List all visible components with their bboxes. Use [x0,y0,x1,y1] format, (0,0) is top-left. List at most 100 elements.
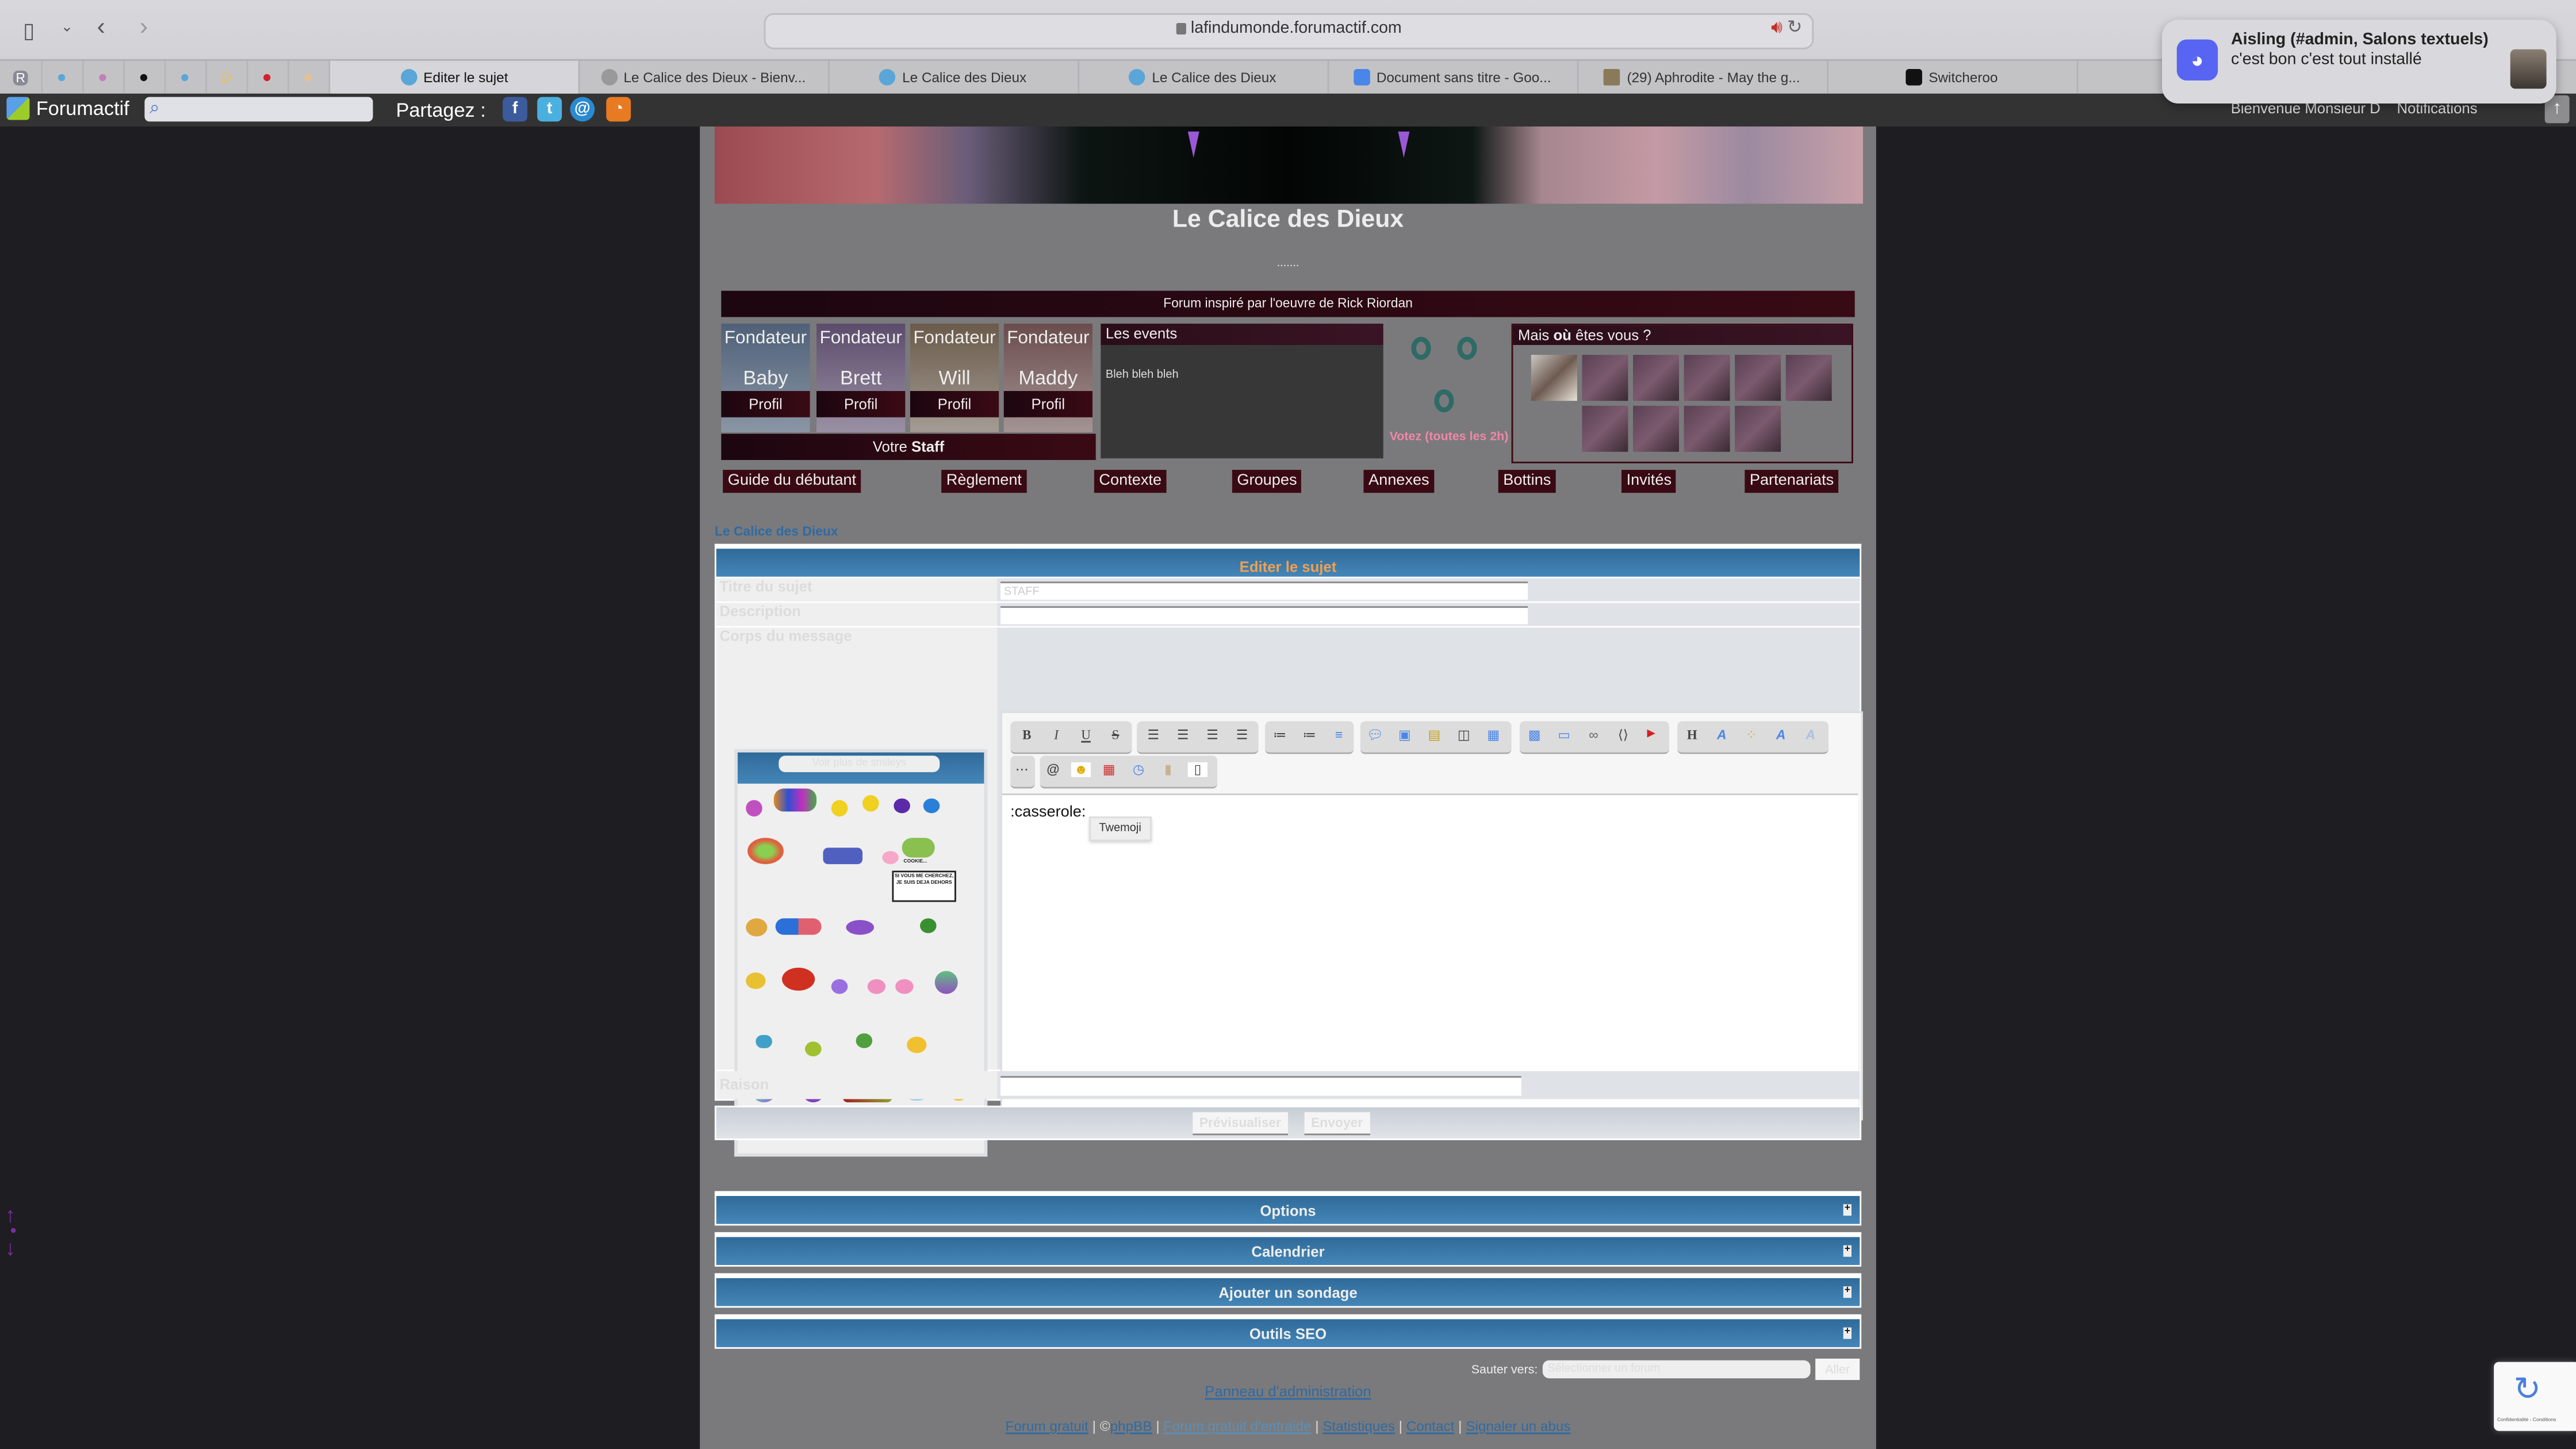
align-left-icon[interactable]: ☰ [1144,728,1163,743]
title-input[interactable] [1000,581,1528,600]
avatar[interactable] [1582,355,1628,401]
smiley-icon[interactable] [907,1036,927,1053]
pinned-tab[interactable]: ● [41,60,84,94]
discord-notification[interactable]: ◕ Aisling (#admin, Salons textuels) c'es… [2162,20,2556,104]
nav-bottins[interactable]: Bottins [1498,470,1556,493]
smiley-sign[interactable]: SI VOUS ME CHERCHEZ, JE SUIS DEJA DEHORS [892,871,956,902]
smiley-icon[interactable] [831,979,848,994]
quote-icon[interactable]: 💬︎ [1365,728,1385,743]
smiley-icon[interactable] [867,979,885,994]
section-options[interactable]: Options + [714,1191,1862,1226]
vote-ring-icon[interactable] [1411,336,1431,360]
tab-aphrodite[interactable]: (29) Aphrodite - May the g... [1577,60,1828,94]
smiley-icon[interactable] [756,1035,772,1048]
strikethrough-icon[interactable]: S [1106,728,1125,743]
numbered-list-icon[interactable]: ≔ [1300,728,1319,743]
font-family-icon[interactable]: A [1771,728,1791,743]
description-input[interactable] [1000,606,1528,624]
smiley-icon[interactable] [823,848,862,864]
smiley-icon[interactable] [775,918,822,935]
footer-link-statistiques[interactable]: Statistiques [1322,1418,1395,1435]
youtube-icon[interactable]: ▶ [1641,728,1661,739]
vote-label[interactable]: Votez (toutes les 2h) [1385,430,1513,444]
smiley-icon[interactable] [831,800,848,816]
sidebar-toggle-icon[interactable]: ▯ [23,18,34,44]
footer-link-phpbb[interactable]: phpBB [1110,1418,1152,1435]
italic-icon[interactable]: I [1046,728,1066,743]
clock-icon[interactable]: ◷ [1129,762,1148,777]
document-icon[interactable]: ▯ [1187,762,1208,777]
calendar-icon[interactable]: ▦ [1099,762,1118,777]
nav-groupes[interactable]: Groupes [1232,470,1302,493]
smileys-select[interactable]: Voir plus de smileys [779,756,940,772]
align-justify-icon[interactable]: ☰ [1232,728,1252,743]
smiley-icon[interactable] [923,798,940,814]
embed-icon[interactable]: ⟨⟩ [1613,728,1633,743]
twitter-icon[interactable]: t [537,97,562,122]
bold-icon[interactable]: B [1017,728,1037,743]
code-icon[interactable]: ▣ [1395,728,1414,743]
smiley-icon[interactable] [773,788,816,812]
facebook-icon[interactable]: f [503,97,528,122]
footer-link-contact[interactable]: Contact [1406,1418,1455,1435]
admin-panel-link[interactable]: Panneau d'administration [700,1383,1876,1400]
tab-editer-le-sujet[interactable]: Editer le sujet [330,60,580,94]
vote-ring-icon[interactable] [1434,389,1454,413]
tab-switcheroo[interactable]: Switcheroo [1827,60,2079,94]
footer-link-abus[interactable]: Signaler un abus [1466,1418,1570,1435]
heading-icon[interactable]: H [1682,728,1702,743]
smiley-icon[interactable] [805,1041,822,1057]
profile-button[interactable]: Profil [1003,391,1092,417]
tab-calice-bienvenue[interactable]: Le Calice des Dieux - Bienv... [578,60,830,94]
smiley-icon[interactable] [747,838,784,864]
preview-button[interactable]: Prévisualiser [1193,1112,1288,1136]
scroll-down-icon[interactable]: ↓ [5,1237,17,1258]
section-seo[interactable]: Outils SEO + [714,1314,1862,1349]
align-right-icon[interactable]: ☰ [1202,728,1222,743]
link-icon[interactable]: ∞ [1584,728,1603,743]
forward-icon[interactable]: › [140,13,148,41]
tab-calice-2[interactable]: Le Calice des Dieux [1078,60,1329,94]
mention-icon[interactable]: @ [1043,762,1063,777]
avatar[interactable] [1785,355,1832,401]
section-sondage[interactable]: Ajouter un sondage + [714,1273,1862,1308]
nav-annexes[interactable]: Annexes [1363,470,1435,493]
smiley-icon[interactable] [920,918,937,933]
more-icon[interactable]: ⋯ [1012,762,1032,777]
avatar[interactable] [1633,405,1679,452]
avatar[interactable] [1582,405,1628,452]
hide-icon[interactable]: ◫ [1454,728,1474,743]
avatar[interactable] [1735,405,1781,452]
expand-icon[interactable]: + [1843,1204,1851,1216]
reason-input[interactable] [1000,1076,1521,1096]
pinned-tab[interactable]: ● [164,60,207,94]
color-icon[interactable]: ⁘ [1742,728,1761,743]
nav-invites[interactable]: Invités [1621,470,1677,493]
send-button[interactable]: Envoyer [1304,1112,1370,1136]
smiley-icon[interactable] [882,851,899,864]
rss-icon[interactable]: ◔ [606,97,631,122]
smiley-icon[interactable] [862,795,879,812]
nav-partenariats[interactable]: Partenariats [1745,470,1839,493]
font-size-icon[interactable]: A [1712,728,1731,743]
speaker-icon[interactable]: 🔊︎ [1771,18,1782,39]
profile-button[interactable]: Profil [910,391,999,417]
expand-icon[interactable]: + [1843,1327,1851,1339]
image-upload-icon[interactable]: ▩ [1524,728,1544,743]
pinned-tab[interactable]: ● [82,60,125,94]
breadcrumb[interactable]: Le Calice des Dieux [715,524,838,539]
email-icon[interactable]: @ [570,97,595,122]
table-icon[interactable]: ▦ [1483,728,1503,743]
footer-link-entraide[interactable]: Forum gratuit d'entraide [1163,1418,1311,1435]
back-icon[interactable]: ‹ [97,13,105,41]
avatar[interactable] [1684,405,1730,452]
scroll-up-icon[interactable]: ↑ [5,1204,17,1225]
bullet-list-icon[interactable]: ≔ [1270,728,1290,743]
vote-ring-icon[interactable] [1457,336,1477,360]
pinned-tab[interactable]: ● [247,60,289,94]
spoiler-icon[interactable]: ▤ [1424,728,1444,743]
chevron-down-icon[interactable]: ⌄ [61,18,74,36]
expand-icon[interactable]: + [1843,1286,1851,1298]
tab-calice-1[interactable]: Le Calice des Dieux [828,60,1080,94]
pinned-tab[interactable]: ☺ [205,60,248,94]
